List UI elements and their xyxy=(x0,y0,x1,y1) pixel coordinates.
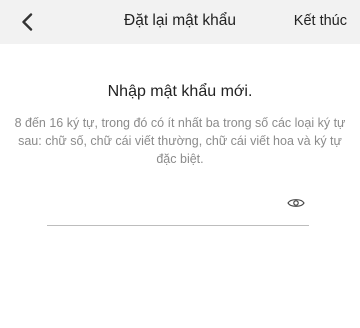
main-content: Nhập mật khẩu mới. 8 đến 16 ký tự, trong… xyxy=(0,44,360,328)
done-button[interactable]: Kết thúc xyxy=(294,13,347,29)
eye-icon xyxy=(287,199,305,207)
new-password-input[interactable] xyxy=(47,188,277,224)
input-underline xyxy=(47,225,309,226)
navigation-bar: Đặt lại mật khẩu Kết thúc xyxy=(0,0,360,44)
new-password-field xyxy=(47,188,309,226)
instruction-heading: Nhập mật khẩu mới. xyxy=(107,83,253,100)
show-password-toggle[interactable] xyxy=(285,192,307,214)
password-requirements: 8 đến 16 ký tự, trong đó có ít nhất ba t… xyxy=(14,116,346,166)
